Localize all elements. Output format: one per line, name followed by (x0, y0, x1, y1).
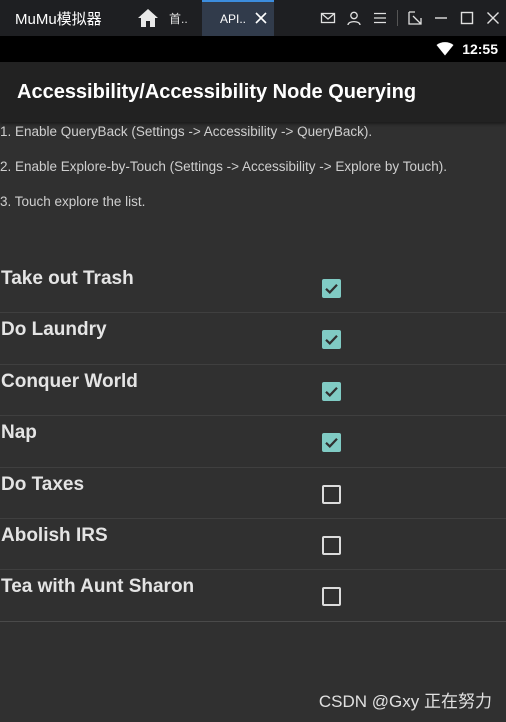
window-controls (315, 0, 506, 36)
tab-home-label: 首.. (169, 11, 188, 26)
user-button[interactable] (341, 0, 367, 36)
tab-home[interactable]: 首.. (135, 0, 202, 36)
action-bar: Accessibility/Accessibility Node Queryin… (0, 62, 506, 122)
task-row-tea-with-aunt-sharon[interactable]: Tea with Aunt Sharon (0, 570, 506, 622)
checkmark-icon (325, 438, 338, 449)
checkmark-icon (325, 335, 338, 346)
close-icon[interactable] (254, 11, 268, 25)
task-checkbox[interactable] (322, 433, 341, 453)
home-icon (138, 9, 158, 27)
instruction-step-3: 3. Touch explore the list. (0, 194, 146, 209)
maximize-button[interactable] (454, 0, 480, 36)
task-label: Do Laundry (1, 319, 107, 341)
mail-button[interactable] (315, 0, 341, 36)
menu-icon (374, 12, 386, 24)
status-clock: 12:55 (462, 41, 498, 57)
menu-button[interactable] (367, 0, 393, 36)
task-label: Take out Trash (1, 268, 134, 289)
task-label: Nap (1, 422, 37, 444)
divider (397, 10, 398, 26)
close-icon (487, 12, 499, 24)
minimize-button[interactable] (428, 0, 454, 36)
mail-icon (320, 12, 336, 24)
wifi-icon (436, 42, 454, 56)
instruction-step-1: 1. Enable QueryBack (Settings -> Accessi… (0, 124, 373, 139)
task-checkbox[interactable] (322, 484, 341, 504)
task-label: Conquer World (1, 370, 138, 392)
task-checkbox[interactable] (322, 381, 341, 401)
checkmark-icon (325, 284, 338, 294)
task-row-nap[interactable]: Nap (0, 416, 506, 468)
minimize-icon (435, 17, 447, 19)
emulator-titlebar: MuMu模拟器 首.. API.. (0, 0, 506, 36)
maximize-icon (460, 11, 474, 25)
emulator-app-name: MuMu模拟器 (15, 10, 102, 28)
task-row-conquer-world[interactable]: Conquer World (0, 365, 506, 417)
task-label: Tea with Aunt Sharon (1, 576, 195, 598)
task-row-abolish-irs[interactable]: Abolish IRS (0, 519, 506, 571)
watermark: CSDN @Gxy 正在努力 (318, 692, 492, 711)
task-checkbox[interactable] (322, 330, 341, 350)
expand-icon (408, 11, 422, 25)
task-row-take-out-trash[interactable]: Take out Trash (0, 262, 506, 314)
checkmark-icon (325, 386, 338, 397)
page-title: Accessibility/Accessibility Node Queryin… (17, 81, 417, 103)
task-list: Take out Trash Do Laundry Conquer World … (0, 262, 506, 622)
android-status-bar: 12:55 (0, 36, 506, 62)
task-checkbox[interactable] (322, 279, 341, 298)
task-label: Abolish IRS (1, 524, 108, 546)
task-label: Do Taxes (1, 473, 85, 495)
window-close-button[interactable] (480, 0, 506, 36)
task-row-do-taxes[interactable]: Do Taxes (0, 468, 506, 519)
expand-button[interactable] (402, 0, 428, 36)
task-checkbox[interactable] (322, 535, 341, 555)
tab-api-demos-label: API.. (220, 12, 247, 26)
task-row-do-laundry[interactable]: Do Laundry (0, 313, 506, 365)
tab-api-demos[interactable]: API.. (202, 0, 274, 36)
user-icon (347, 11, 361, 26)
task-checkbox[interactable] (322, 587, 341, 607)
instruction-step-2: 2. Enable Explore-by-Touch (Settings -> … (0, 159, 447, 174)
